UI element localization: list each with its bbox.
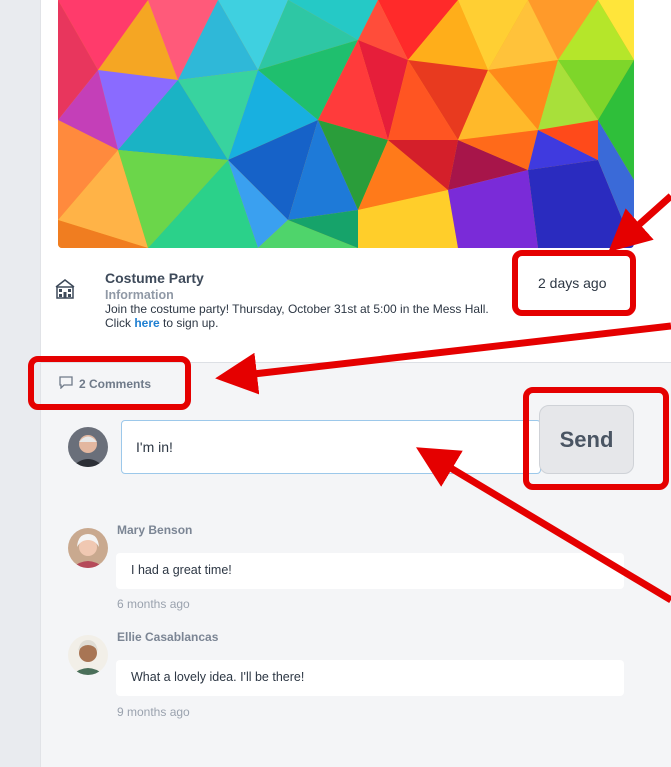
post-body: Join the costume party! Thursday, Octobe… <box>105 302 545 330</box>
comment-time: 6 months ago <box>117 597 190 611</box>
avatar <box>68 635 108 675</box>
timestamp-highlight <box>512 250 636 316</box>
post-body-text: to sign up. <box>159 316 219 330</box>
comment-author: Ellie Casablancas <box>117 630 219 644</box>
post-body-line: Click here to sign up. <box>105 316 545 330</box>
building-icon <box>54 278 76 300</box>
post-category: Information <box>105 288 174 302</box>
post-image <box>58 0 634 248</box>
signup-link[interactable]: here <box>134 316 159 330</box>
post-body-line: Join the costume party! Thursday, Octobe… <box>105 302 489 316</box>
post-body-text: Click <box>105 316 135 330</box>
comment-text: What a lovely idea. I'll be there! <box>116 660 624 696</box>
send-highlight <box>523 387 669 490</box>
avatar <box>68 427 108 467</box>
avatar <box>68 528 108 568</box>
post-title: Costume Party <box>105 270 204 286</box>
comments-highlight <box>28 356 191 410</box>
comment-time: 9 months ago <box>117 705 190 719</box>
comment-text: I had a great time! <box>116 553 624 589</box>
comment-author: Mary Benson <box>117 523 193 537</box>
comment-input[interactable] <box>121 420 541 474</box>
